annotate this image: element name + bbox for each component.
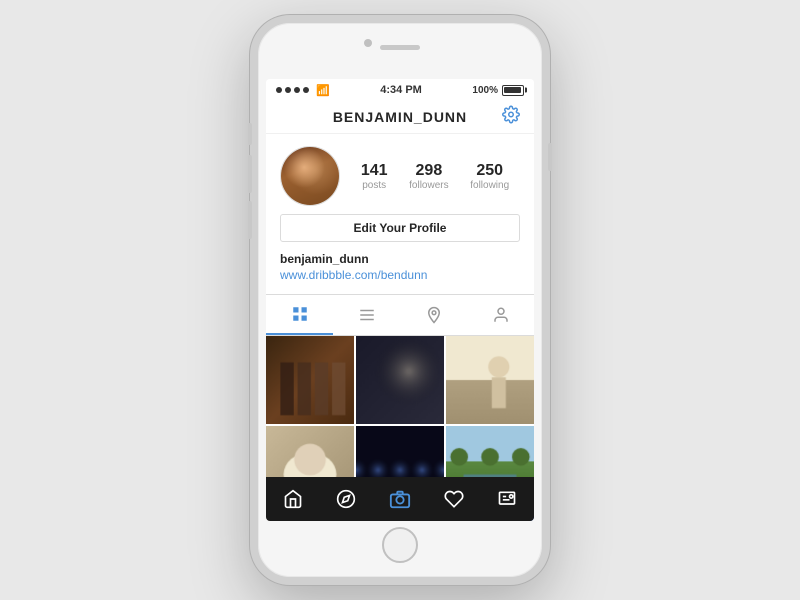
photo-tab-bar xyxy=(266,294,534,336)
stats-area: 141 posts 298 followers 250 following xyxy=(350,162,520,191)
tab-grid[interactable] xyxy=(266,295,333,335)
signal-dot-1 xyxy=(276,87,282,93)
posts-count: 141 xyxy=(361,162,388,180)
phone-device: 📶 4:34 PM 100% BENJAMIN_DUNN xyxy=(250,15,550,585)
status-time: 4:34 PM xyxy=(380,84,422,96)
volume-up-button[interactable] xyxy=(248,155,252,193)
nav-activity[interactable] xyxy=(436,481,472,517)
photo-cell[interactable] xyxy=(266,336,354,424)
stat-following[interactable]: 250 following xyxy=(470,162,509,191)
edit-profile-button[interactable]: Edit Your Profile xyxy=(280,214,520,242)
followers-label: followers xyxy=(409,180,448,191)
photo-cell[interactable] xyxy=(446,336,534,424)
tab-person[interactable] xyxy=(467,295,534,335)
edit-profile-btn-row: Edit Your Profile xyxy=(266,214,534,250)
battery-indicator: 100% xyxy=(472,85,524,96)
battery-fill xyxy=(504,87,521,93)
volume-down-button[interactable] xyxy=(248,201,252,239)
home-button[interactable] xyxy=(382,527,418,563)
signal-dot-2 xyxy=(285,87,291,93)
wifi-icon: 📶 xyxy=(316,84,330,97)
bottom-nav xyxy=(266,477,534,521)
following-count: 250 xyxy=(470,162,509,180)
bio-link[interactable]: www.dribbble.com/bendunn xyxy=(280,268,427,282)
avatar-image xyxy=(281,147,339,205)
profile-info-row: 141 posts 298 followers 250 following xyxy=(266,134,534,214)
profile-header: BENJAMIN_DUNN xyxy=(266,101,534,134)
stat-followers[interactable]: 298 followers xyxy=(409,162,448,191)
posts-label: posts xyxy=(361,180,388,191)
signal-indicator: 📶 xyxy=(276,84,330,97)
phone-screen: 📶 4:34 PM 100% BENJAMIN_DUNN xyxy=(266,79,534,521)
signal-dot-4 xyxy=(303,87,309,93)
nav-home[interactable] xyxy=(275,481,311,517)
nav-camera[interactable] xyxy=(382,481,418,517)
front-camera xyxy=(364,39,372,47)
followers-count: 298 xyxy=(409,162,448,180)
battery-percent: 100% xyxy=(472,85,498,96)
stat-posts: 141 posts xyxy=(361,162,388,191)
settings-icon[interactable] xyxy=(502,106,520,129)
status-bar: 📶 4:34 PM 100% xyxy=(266,79,534,101)
nav-profile[interactable] xyxy=(489,481,525,517)
nav-explore[interactable] xyxy=(328,481,364,517)
avatar xyxy=(280,146,340,206)
tab-location[interactable] xyxy=(400,295,467,335)
signal-dot-3 xyxy=(294,87,300,93)
bio-section: benjamin_dunn www.dribbble.com/bendunn xyxy=(266,250,534,294)
following-label: following xyxy=(470,180,509,191)
photo-cell[interactable] xyxy=(356,336,444,424)
speaker xyxy=(380,45,420,50)
battery-bar xyxy=(502,85,524,96)
phone-frame: 📶 4:34 PM 100% BENJAMIN_DUNN xyxy=(250,15,550,585)
bio-name: benjamin_dunn xyxy=(280,252,520,266)
tab-list[interactable] xyxy=(333,295,400,335)
profile-username: BENJAMIN_DUNN xyxy=(333,109,467,125)
power-button[interactable] xyxy=(548,143,552,171)
mute-button[interactable] xyxy=(248,123,252,145)
